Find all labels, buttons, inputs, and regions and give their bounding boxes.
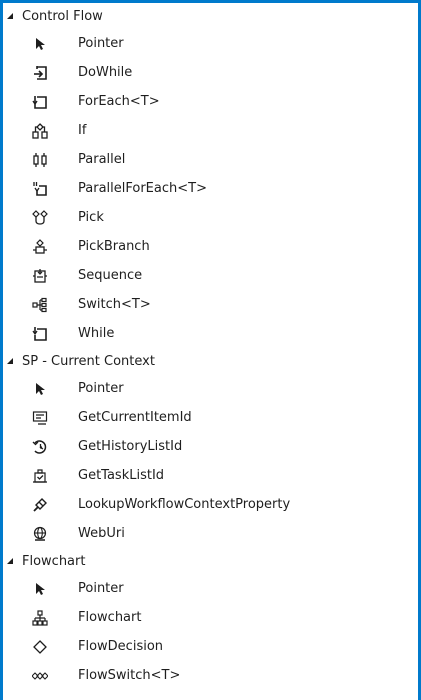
item-label: Pick [78,210,104,225]
item-label: While [78,326,115,341]
if-icon [32,122,48,139]
diamond-icon [32,639,48,655]
item-label: Pointer [78,36,124,51]
switch-icon [32,297,48,313]
toolbox-item-flowdecision[interactable]: FlowDecision [3,632,418,661]
category-flowchart[interactable]: Flowchart [3,548,418,574]
lookup-icon [32,497,48,513]
dowhile-icon [32,65,48,81]
toolbox-item-pickbranch[interactable]: PickBranch [3,232,418,261]
toolbox-item-gethistorylistid[interactable]: GetHistoryListId [3,432,418,461]
toolbox-item-pointer[interactable]: Pointer [3,574,418,603]
item-label: Sequence [78,268,143,283]
while-icon [32,326,48,342]
category-label: SP - Current Context [22,353,155,369]
flowswitch-icon [32,668,48,684]
expand-triangle-icon[interactable] [6,11,17,22]
toolbox-panel: Control Flow Pointer DoWhile ForEach<T> … [3,3,418,700]
toolbox-item-weburi[interactable]: WebUri [3,519,418,548]
item-label: FlowDecision [78,639,164,654]
item-label: ForEach<T> [78,94,160,109]
item-label: Pointer [78,381,124,396]
pointer-icon [32,36,48,52]
web-icon [32,526,48,542]
sequence-icon [32,268,48,284]
toolbox-item-sequence[interactable]: Sequence [3,261,418,290]
get-current-item-icon [32,410,48,426]
category-control-flow[interactable]: Control Flow [3,3,418,29]
item-label: Parallel [78,152,126,167]
item-label: If [78,123,87,138]
expand-triangle-icon[interactable] [6,556,17,567]
toolbox-item-gettasklistid[interactable]: GetTaskListId [3,461,418,490]
toolbox-item-parallelforeach[interactable]: ParallelForEach<T> [3,174,418,203]
category-sp-current-context[interactable]: SP - Current Context [3,348,418,374]
toolbox-item-pick[interactable]: Pick [3,203,418,232]
toolbox-item-switch[interactable]: Switch<T> [3,290,418,319]
item-label: Pointer [78,581,124,596]
toolbox-item-lookupworkflowcontextproperty[interactable]: LookupWorkflowContextProperty [3,490,418,519]
category-label: Control Flow [22,8,103,24]
foreach-icon [32,94,48,110]
toolbox-item-foreach[interactable]: ForEach<T> [3,87,418,116]
expand-triangle-icon[interactable] [6,356,17,367]
pickbranch-icon [32,238,48,255]
item-label: GetTaskListId [78,468,165,483]
item-label: Switch<T> [78,297,151,312]
toolbox-item-getcurrentitemid[interactable]: GetCurrentItemId [3,403,418,432]
item-label: LookupWorkflowContextProperty [78,497,291,512]
item-label: GetCurrentItemId [78,410,192,425]
toolbox-item-pointer[interactable]: Pointer [3,29,418,58]
toolbox-item-flowswitch[interactable]: FlowSwitch<T> [3,661,418,690]
toolbox-item-if[interactable]: If [3,116,418,145]
toolbox-item-flowchart[interactable]: Flowchart [3,603,418,632]
item-label: Flowchart [78,610,142,625]
history-icon [32,439,48,455]
toolbox-item-dowhile[interactable]: DoWhile [3,58,418,87]
item-label: ParallelForEach<T> [78,181,207,196]
flowchart-icon [32,609,48,626]
toolbox-item-pointer[interactable]: Pointer [3,374,418,403]
pointer-icon [32,581,48,597]
parallel-icon [32,152,48,168]
item-label: FlowSwitch<T> [78,668,181,683]
pick-icon [32,209,48,226]
toolbox-item-parallel[interactable]: Parallel [3,145,418,174]
pointer-icon [32,381,48,397]
task-list-icon [32,468,48,484]
parallelforeach-icon [32,181,48,197]
toolbox-item-while[interactable]: While [3,319,418,348]
item-label: WebUri [78,526,125,541]
item-label: DoWhile [78,65,133,80]
item-label: PickBranch [78,239,150,254]
item-label: GetHistoryListId [78,439,183,454]
category-label: Flowchart [22,553,86,569]
